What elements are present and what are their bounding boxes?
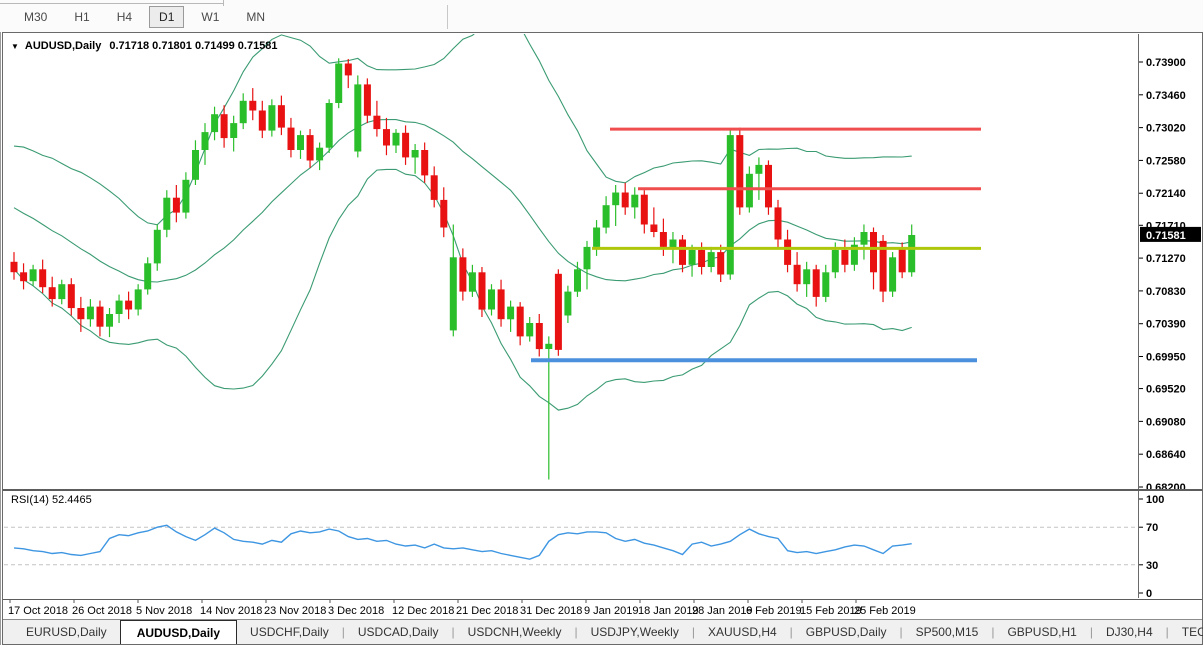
svg-text:0.73900: 0.73900: [1146, 57, 1186, 69]
symbol-name: AUDUSD,Daily: [25, 40, 101, 52]
svg-text:28 Jan 2019: 28 Jan 2019: [692, 605, 753, 617]
date-labels: 17 Oct 2018 26 Oct 2018 5 Nov 2018 14 Nov 2…: [8, 600, 916, 617]
chart-tab-usdjpy[interactable]: USDJPY,Weekly: [578, 620, 692, 644]
svg-text:9 Jan 2019: 9 Jan 2019: [584, 605, 638, 617]
svg-text:31 Dec 2018: 31 Dec 2018: [520, 605, 582, 617]
svg-text:0.68200: 0.68200: [1146, 482, 1186, 489]
svg-text:0.69080: 0.69080: [1146, 416, 1186, 428]
svg-text:14 Nov 2018: 14 Nov 2018: [200, 605, 262, 617]
chart-tab-audusd[interactable]: AUDUSD,Daily: [120, 620, 237, 644]
rsi-axis-canvas: 100 70 30 0: [1139, 491, 1202, 598]
svg-text:0.73460: 0.73460: [1146, 90, 1186, 102]
chart-tab-gbpusd[interactable]: GBPUSD,H1: [994, 620, 1089, 644]
timeframe-button-m30[interactable]: M30: [14, 6, 57, 28]
window-frame-line: [0, 32, 1, 645]
svg-text:0.69520: 0.69520: [1146, 384, 1186, 396]
date-axis-canvas: 17 Oct 2018 26 Oct 2018 5 Nov 2018 14 Nov 2…: [3, 600, 1202, 619]
main-chart-area[interactable]: [4, 34, 1138, 489]
timeframe-button-h1[interactable]: H1: [64, 6, 99, 28]
chart-tab-sp500[interactable]: SP500,M15: [903, 620, 992, 644]
svg-text:26 Oct 2018: 26 Oct 2018: [72, 605, 132, 617]
svg-text:70: 70: [1146, 522, 1158, 534]
timeframe-button-d1[interactable]: D1: [149, 6, 184, 28]
docked-toolbar-edge: [0, 3, 223, 4]
svg-text:0.71270: 0.71270: [1146, 253, 1186, 265]
rsi-line: [14, 525, 912, 559]
timeframe-button-h4[interactable]: H4: [107, 6, 142, 28]
rsi-canvas[interactable]: [4, 491, 1138, 598]
price-axis[interactable]: 0.739000.734600.730200.725800.721400.717…: [1138, 34, 1202, 489]
svg-text:0.72140: 0.72140: [1146, 188, 1186, 200]
svg-text:15 Feb 2019: 15 Feb 2019: [800, 605, 862, 617]
svg-text:23 Nov 2018: 23 Nov 2018: [264, 605, 326, 617]
timeframe-toolbar: M30 H1 H4 D1 W1 MN: [0, 0, 1203, 32]
svg-text:0.73020: 0.73020: [1146, 123, 1186, 135]
svg-text:25 Feb 2019: 25 Feb 2019: [854, 605, 916, 617]
timeframe-button-w1[interactable]: W1: [191, 6, 229, 28]
svg-text:0: 0: [1146, 588, 1152, 598]
symbol-header: ▼ AUDUSD,Daily 0.71718 0.71801 0.71499 0…: [11, 40, 278, 52]
svg-text:30: 30: [1146, 560, 1158, 572]
chart-tab-usdcnh[interactable]: USDCNH,Weekly: [455, 620, 575, 644]
svg-text:6 Feb 2019: 6 Feb 2019: [746, 605, 802, 617]
svg-text:0.71581: 0.71581: [1146, 230, 1186, 242]
svg-text:17 Oct 2018: 17 Oct 2018: [8, 605, 68, 617]
rsi-panel[interactable]: RSI(14) 52.4465: [4, 491, 1138, 598]
svg-text:0.72580: 0.72580: [1146, 155, 1186, 167]
svg-text:0.68640: 0.68640: [1146, 449, 1186, 461]
date-axis[interactable]: 17 Oct 2018 26 Oct 2018 5 Nov 2018 14 Nov 2…: [3, 599, 1202, 619]
chart-tab-xauusd[interactable]: XAUUSD,H4: [695, 620, 790, 644]
timeframe-button-mn[interactable]: MN: [236, 6, 275, 28]
svg-text:0.70830: 0.70830: [1146, 286, 1186, 298]
current-price-label: 0.71581: [1140, 227, 1201, 242]
svg-text:3 Dec 2018: 3 Dec 2018: [328, 605, 384, 617]
rsi-axis[interactable]: 100 70 30 0: [1138, 491, 1202, 598]
chart-tab-dj30[interactable]: DJ30,H4: [1093, 620, 1166, 644]
toolbar-separator: [447, 5, 448, 29]
svg-text:5 Nov 2018: 5 Nov 2018: [136, 605, 192, 617]
svg-text:0.69950: 0.69950: [1146, 352, 1186, 364]
svg-text:100: 100: [1146, 494, 1164, 506]
main-chart-canvas[interactable]: [4, 34, 1138, 489]
rsi-axis-labels: 100 70 30 0: [1139, 494, 1164, 598]
candlesticks: [11, 58, 916, 479]
svg-text:21 Dec 2018: 21 Dec 2018: [456, 605, 518, 617]
chart-tab-gbpusd[interactable]: GBPUSD,Daily: [793, 620, 900, 644]
chart-window: ▼ AUDUSD,Daily 0.71718 0.71801 0.71499 0…: [2, 32, 1203, 645]
svg-text:18 Jan 2019: 18 Jan 2019: [638, 605, 699, 617]
ohlc-values: 0.71718 0.71801 0.71499 0.71581: [109, 40, 277, 52]
chart-tab-tech100[interactable]: TECH100,H: [1169, 620, 1203, 644]
symbol-dropdown-icon[interactable]: ▼: [11, 42, 19, 51]
chart-tab-usdchf[interactable]: USDCHF,Daily: [237, 620, 342, 644]
chart-tab-eurusd[interactable]: EURUSD,Daily: [13, 620, 120, 644]
svg-text:0.70390: 0.70390: [1146, 319, 1186, 331]
price-axis-canvas: 0.739000.734600.730200.725800.721400.717…: [1139, 34, 1202, 489]
chart-tab-usdcad[interactable]: USDCAD,Daily: [345, 620, 452, 644]
rsi-indicator-label: RSI(14) 52.4465: [11, 494, 92, 506]
timeframe-buttons: M30 H1 H4 D1 W1 MN: [14, 5, 458, 29]
price-axis-labels: 0.739000.734600.730200.725800.721400.717…: [1139, 57, 1186, 489]
svg-text:12 Dec 2018: 12 Dec 2018: [392, 605, 454, 617]
chart-tab-bar: EURUSD,DailyAUDUSD,DailyUSDCHF,Daily|USD…: [3, 619, 1202, 644]
